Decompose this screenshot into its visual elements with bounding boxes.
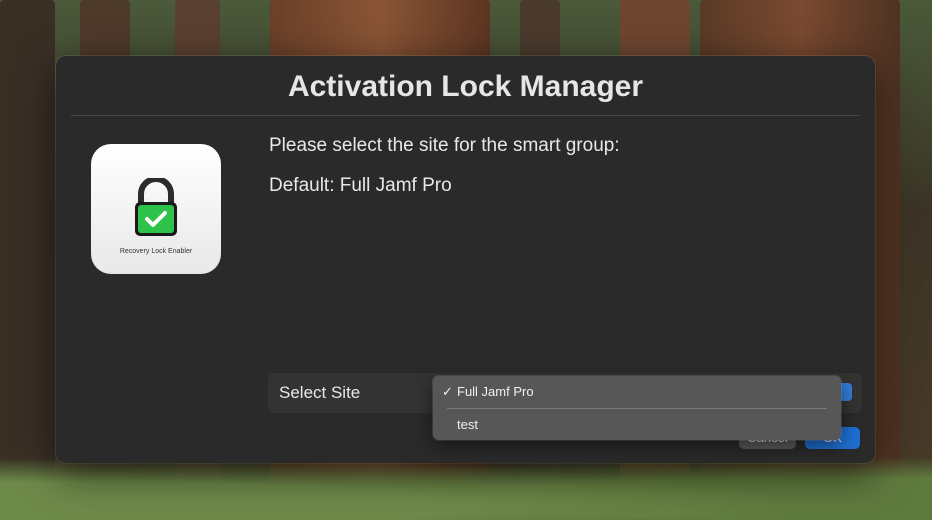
title-divider bbox=[71, 115, 860, 116]
prompt-text: Please select the site for the smart gro… bbox=[269, 135, 620, 156]
dialog-title: Activation Lock Manager bbox=[287, 70, 644, 103]
menu-item-label: test bbox=[457, 417, 478, 432]
app-icon-caption: Recovery Lock Enabler bbox=[119, 248, 193, 255]
padlock-check-icon bbox=[135, 178, 177, 236]
menu-separator bbox=[447, 408, 827, 409]
menu-item-test[interactable]: test bbox=[433, 414, 841, 436]
menu-item-full-jamf-pro[interactable]: ✓ Full Jamf Pro bbox=[433, 381, 841, 403]
site-dropdown-menu: ✓ Full Jamf Pro test bbox=[433, 376, 841, 440]
menu-item-label: Full Jamf Pro bbox=[457, 384, 534, 399]
default-site-text: Default: Full Jamf Pro bbox=[269, 175, 452, 196]
app-icon: Recovery Lock Enabler bbox=[91, 144, 221, 274]
select-site-label: Select Site bbox=[279, 383, 361, 402]
checkmark-icon: ✓ bbox=[442, 384, 453, 399]
